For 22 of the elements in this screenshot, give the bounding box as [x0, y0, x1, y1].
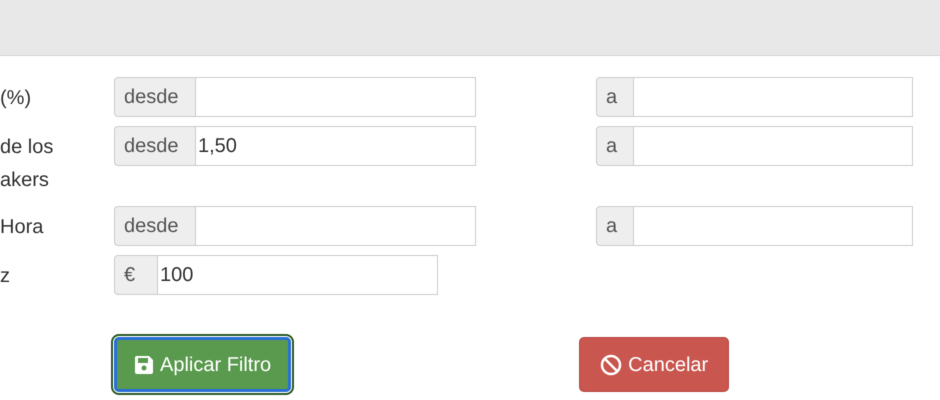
input-field[interactable]	[196, 77, 476, 117]
input-addon: desde	[114, 126, 196, 166]
input-field[interactable]: 1,50	[196, 126, 476, 166]
input-field[interactable]	[634, 126, 913, 166]
field-label: z	[0, 264, 10, 289]
input-field[interactable]	[634, 77, 913, 117]
field-label: akers	[0, 168, 49, 193]
field-label: (%)	[0, 86, 32, 111]
cancel-button[interactable]: Cancelar	[579, 337, 730, 392]
input-addon: a	[596, 77, 634, 117]
input-field[interactable]	[634, 206, 913, 246]
input-addon: a	[596, 206, 634, 246]
input-addon: a	[596, 126, 634, 166]
input-field[interactable]	[196, 206, 476, 246]
input-addon: desde	[114, 206, 196, 246]
field-label: de los	[0, 135, 54, 160]
input-field[interactable]: 100	[158, 255, 438, 295]
ban-icon	[600, 354, 622, 376]
field-label: Hora	[0, 215, 44, 240]
input-addon: desde	[114, 77, 196, 117]
save-icon	[134, 354, 154, 374]
input-addon: €	[114, 255, 158, 295]
